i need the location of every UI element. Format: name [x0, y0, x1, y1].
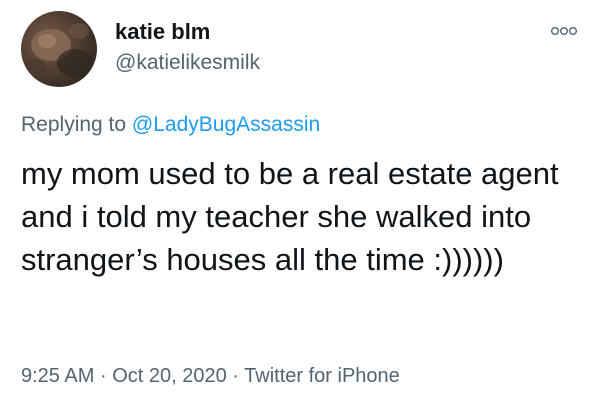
profile-photo-icon	[23, 23, 93, 79]
replying-to-label: Replying to	[21, 113, 127, 136]
tweet-metadata: 9:25 AM · Oct 20, 2020 · Twitter for iPh…	[21, 365, 400, 388]
meta-separator: ·	[99, 365, 107, 387]
author-display-name[interactable]: katie blm	[115, 19, 210, 45]
reply-mention-link[interactable]: @LadyBugAssassin	[132, 113, 320, 136]
tweet-time[interactable]: 9:25 AM	[21, 365, 94, 387]
tweet-card: katie blm @katielikesmilk Replying to @L…	[0, 0, 599, 410]
meta-separator: ·	[232, 365, 239, 387]
replying-to: Replying to @LadyBugAssassin	[21, 113, 320, 137]
more-options-icon[interactable]	[550, 24, 578, 36]
tweet-date[interactable]: Oct 20, 2020	[112, 365, 227, 387]
author-handle[interactable]: @katielikesmilk	[115, 51, 260, 75]
tweet-source[interactable]: Twitter for iPhone	[244, 365, 400, 387]
tweet-text: my mom used to be a real estate agent an…	[21, 156, 559, 277]
avatar[interactable]	[21, 11, 97, 87]
